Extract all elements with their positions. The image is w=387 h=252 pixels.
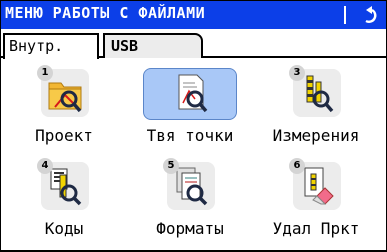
menu-item-formats[interactable]: 5 Форматы: [127, 158, 253, 248]
menu-item-label: Коды: [44, 219, 84, 238]
menu-item-project[interactable]: 1 Проект: [1, 65, 127, 155]
menu-item-label: Измерения: [272, 126, 360, 145]
codes-icon: [50, 168, 82, 206]
menu-item-delete-project[interactable]: 6 Удал Пркт: [253, 158, 379, 248]
menu-item-label: Проект: [35, 126, 93, 145]
points-doc-icon: [178, 74, 208, 113]
item-number-badge: 1: [37, 65, 53, 81]
menu-item-label: Твя точки: [146, 126, 234, 145]
menu-item-points[interactable]: Твя точки: [127, 65, 253, 155]
tab-strip: USB Внутр.: [1, 29, 386, 59]
delete-project-icon: [304, 167, 334, 205]
menu-item-label: Форматы: [156, 219, 224, 238]
item-number-badge: 6: [289, 158, 305, 174]
formats-icon: [176, 167, 208, 206]
tab-internal[interactable]: Внутр.: [3, 33, 99, 59]
file-menu-screen: МЕНЮ РАБОТЫ С ФАЙЛАМИ USB Внутр. 1 Проек…: [1, 1, 386, 250]
title-bar: МЕНЮ РАБОТЫ С ФАЙЛАМИ: [1, 1, 386, 29]
menu-item-measurements[interactable]: 3 Измерения: [253, 65, 379, 155]
item-number-badge: 5: [163, 158, 179, 174]
measurements-icon: [306, 75, 334, 113]
page-title: МЕНЮ РАБОТЫ С ФАЙЛАМИ: [5, 4, 206, 22]
item-number-badge: 3: [289, 65, 305, 81]
project-folder-icon: [48, 82, 82, 113]
menu-item-codes[interactable]: 4 Коды: [1, 158, 127, 248]
tab-usb[interactable]: USB: [103, 33, 203, 58]
back-arrow-icon[interactable]: [357, 4, 379, 26]
item-number-badge: 4: [37, 158, 53, 174]
menu-item-label: Удал Пркт: [272, 219, 360, 238]
title-separator: [344, 6, 346, 24]
